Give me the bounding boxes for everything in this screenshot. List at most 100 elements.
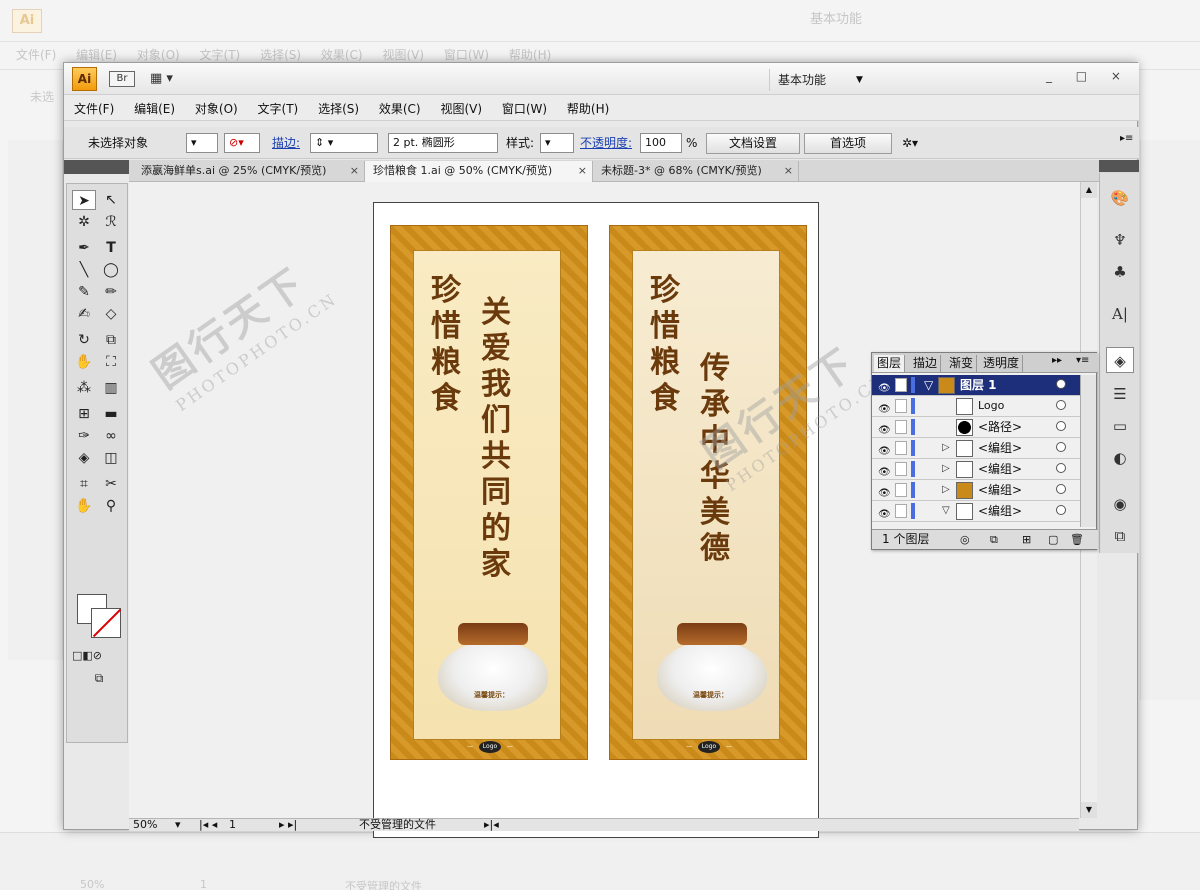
blob-brush-tool-icon[interactable]: ✍ bbox=[72, 304, 96, 324]
appearance-panel-icon[interactable]: ◉ bbox=[1106, 491, 1134, 517]
menu-view[interactable]: 视图(V) bbox=[440, 102, 482, 116]
rotate-tool-icon[interactable]: ↻ bbox=[72, 330, 96, 350]
symbols-panel-icon[interactable]: ♣ bbox=[1106, 259, 1134, 285]
window-controls[interactable]: _ □ × bbox=[1046, 69, 1131, 83]
menu-help[interactable]: 帮助(H) bbox=[567, 102, 609, 116]
locate-object-icon[interactable]: ◎ bbox=[960, 530, 970, 549]
expand-toggle-icon[interactable]: ▷ bbox=[942, 438, 950, 458]
live-paint-tool-icon[interactable]: ◈ bbox=[72, 448, 96, 468]
scroll-up-icon[interactable]: ▲ bbox=[1081, 182, 1097, 198]
tab-document-1[interactable]: 添嬴海鲜单s.ai @ 25% (CMYK/预览) × bbox=[133, 161, 365, 182]
menu-object[interactable]: 对象(O) bbox=[195, 102, 238, 116]
lock-toggle[interactable] bbox=[895, 420, 907, 434]
menu-edit[interactable]: 编辑(E) bbox=[134, 102, 175, 116]
layer-row[interactable]: 👁 ▷ <编组> bbox=[872, 480, 1080, 501]
symbol-sprayer-tool-icon[interactable]: ⁂ bbox=[72, 378, 96, 398]
workspace-switcher[interactable]: 基本功能 bbox=[769, 69, 854, 91]
gradient-tool-icon[interactable]: ▬ bbox=[99, 404, 123, 424]
transparency-panel-icon[interactable]: ◐ bbox=[1106, 445, 1134, 471]
ellipse-tool-icon[interactable]: ◯ bbox=[99, 260, 123, 280]
expand-toggle-icon[interactable]: ▷ bbox=[942, 459, 950, 479]
zoom-level-select[interactable]: 50% bbox=[133, 819, 157, 831]
preferences-button[interactable]: 首选项 bbox=[804, 133, 892, 154]
graphic-styles-panel-icon[interactable]: ⧉ bbox=[1106, 523, 1134, 549]
tab-document-2[interactable]: 珍惜粮食 1.ai @ 50% (CMYK/预览) × bbox=[365, 161, 593, 182]
target-circle-icon[interactable] bbox=[1056, 379, 1066, 389]
arrange-documents-button[interactable]: ▦ ▾ bbox=[150, 71, 184, 87]
artboard[interactable]: 珍惜粮食 关爱我们共同的家 温馨提示： — Logo — 珍惜粮食 传承中华美德… bbox=[373, 202, 819, 838]
lock-toggle[interactable] bbox=[895, 483, 907, 497]
mesh-tool-icon[interactable]: ⊞ bbox=[72, 404, 96, 424]
character-panel-icon[interactable]: A| bbox=[1106, 301, 1134, 327]
chevron-down-icon[interactable]: ▼ bbox=[856, 69, 863, 91]
brush-select[interactable]: 2 pt. 椭圆形 bbox=[388, 133, 498, 153]
menu-file[interactable]: 文件(F) bbox=[74, 102, 114, 116]
scroll-down-icon[interactable]: ▼ bbox=[1081, 802, 1097, 818]
eyedropper-tool-icon[interactable]: ✑ bbox=[72, 426, 96, 446]
stroke-color-box[interactable] bbox=[91, 608, 121, 638]
lock-toggle[interactable] bbox=[895, 504, 907, 518]
menu-select[interactable]: 选择(S) bbox=[318, 102, 359, 116]
new-sublayer-icon[interactable]: ⊞ bbox=[1022, 530, 1031, 549]
document-settings-button[interactable]: 文档设置 bbox=[706, 133, 800, 154]
target-circle-icon[interactable] bbox=[1056, 505, 1066, 515]
selection-tool-icon[interactable]: ➤ bbox=[72, 190, 96, 210]
layer-row[interactable]: 👁 Logo bbox=[872, 396, 1080, 417]
menu-effect[interactable]: 效果(C) bbox=[379, 102, 421, 116]
puppet-icon[interactable]: ✲▾ bbox=[902, 133, 918, 153]
live-paint-selection-tool-icon[interactable]: ◫ bbox=[99, 448, 123, 468]
lasso-tool-icon[interactable]: ℛ bbox=[99, 212, 123, 232]
bridge-button[interactable]: Br bbox=[109, 71, 135, 87]
pencil-tool-icon[interactable]: ✏ bbox=[99, 282, 123, 302]
column-graph-tool-icon[interactable]: ▥ bbox=[99, 378, 123, 398]
layer-row[interactable]: 👁 ▽ 图层 1 bbox=[872, 375, 1080, 396]
zoom-dropdown-icon[interactable]: ▾ bbox=[175, 819, 181, 831]
trash-icon[interactable]: 🗑 bbox=[1070, 530, 1084, 549]
artboard-tool-icon[interactable]: ⌗ bbox=[72, 474, 96, 494]
artboard-number-input[interactable]: 1 bbox=[229, 819, 236, 831]
close-icon[interactable]: × bbox=[350, 161, 359, 181]
hand-tool-icon[interactable]: ✋ bbox=[72, 496, 96, 516]
right-dock-header[interactable] bbox=[1099, 160, 1139, 172]
banner-left[interactable]: 珍惜粮食 关爱我们共同的家 温馨提示： — Logo — bbox=[390, 225, 588, 760]
warp-tool-icon[interactable]: ✋ bbox=[72, 352, 96, 372]
pen-tool-icon[interactable]: ✒ bbox=[72, 238, 96, 258]
opacity-label-link[interactable]: 不透明度: bbox=[580, 133, 632, 153]
close-icon[interactable]: × bbox=[578, 161, 587, 181]
opacity-input[interactable]: 100 bbox=[640, 133, 682, 153]
layers-panel-icon[interactable]: ◈ bbox=[1106, 347, 1134, 373]
fill-swatch[interactable]: ▾ bbox=[186, 133, 218, 153]
target-circle-icon[interactable] bbox=[1056, 463, 1066, 473]
banner-right[interactable]: 珍惜粮食 传承中华美德 温馨提示： — Logo — bbox=[609, 225, 807, 760]
layer-row[interactable]: 👁 ▷ <编组> bbox=[872, 438, 1080, 459]
color-panel-icon[interactable]: 🎨 bbox=[1106, 185, 1134, 211]
gradient-panel-icon[interactable]: ▭ bbox=[1106, 413, 1134, 439]
menu-type[interactable]: 文字(T) bbox=[258, 102, 299, 116]
brushes-panel-icon[interactable]: ♆ bbox=[1106, 227, 1134, 253]
blend-tool-icon[interactable]: ∞ bbox=[99, 426, 123, 446]
expand-toggle-icon[interactable]: ▽ bbox=[924, 375, 933, 395]
visibility-eye-icon[interactable]: 👁 bbox=[878, 505, 891, 525]
stroke-panel-icon[interactable]: ☰ bbox=[1106, 381, 1134, 407]
new-layer-icon[interactable]: ▢ bbox=[1048, 530, 1058, 549]
stroke-weight-input[interactable]: ⇕ ▾ bbox=[310, 133, 378, 153]
target-circle-icon[interactable] bbox=[1056, 421, 1066, 431]
paintbrush-tool-icon[interactable]: ✎ bbox=[72, 282, 96, 302]
tab-layers[interactable]: 图层 bbox=[874, 355, 906, 372]
panel-menu-icon[interactable]: ▸≡ bbox=[1120, 129, 1133, 149]
tab-gradient[interactable]: 渐变 bbox=[946, 355, 978, 372]
artboard-nav-next-icon[interactable]: ▸ ▸| bbox=[279, 819, 297, 831]
line-tool-icon[interactable]: ╲ bbox=[72, 260, 96, 280]
panel-menu-icon[interactable]: ▾≡ bbox=[1076, 355, 1089, 366]
artboard-nav-first-icon[interactable]: |◂ ◂ bbox=[199, 819, 217, 831]
direct-selection-tool-icon[interactable]: ↖ bbox=[99, 190, 123, 210]
zoom-tool-icon[interactable]: ⚲ bbox=[99, 496, 123, 516]
slice-tool-icon[interactable]: ✂ bbox=[99, 474, 123, 494]
expand-toggle-icon[interactable]: ▽ bbox=[942, 501, 950, 521]
tab-transparency[interactable]: 透明度 bbox=[980, 355, 1024, 372]
stroke-swatch[interactable]: ⊘▾ bbox=[224, 133, 260, 153]
close-icon[interactable]: × bbox=[784, 161, 793, 181]
scale-tool-icon[interactable]: ⧉ bbox=[99, 330, 123, 350]
lock-toggle[interactable] bbox=[895, 399, 907, 413]
target-circle-icon[interactable] bbox=[1056, 484, 1066, 494]
